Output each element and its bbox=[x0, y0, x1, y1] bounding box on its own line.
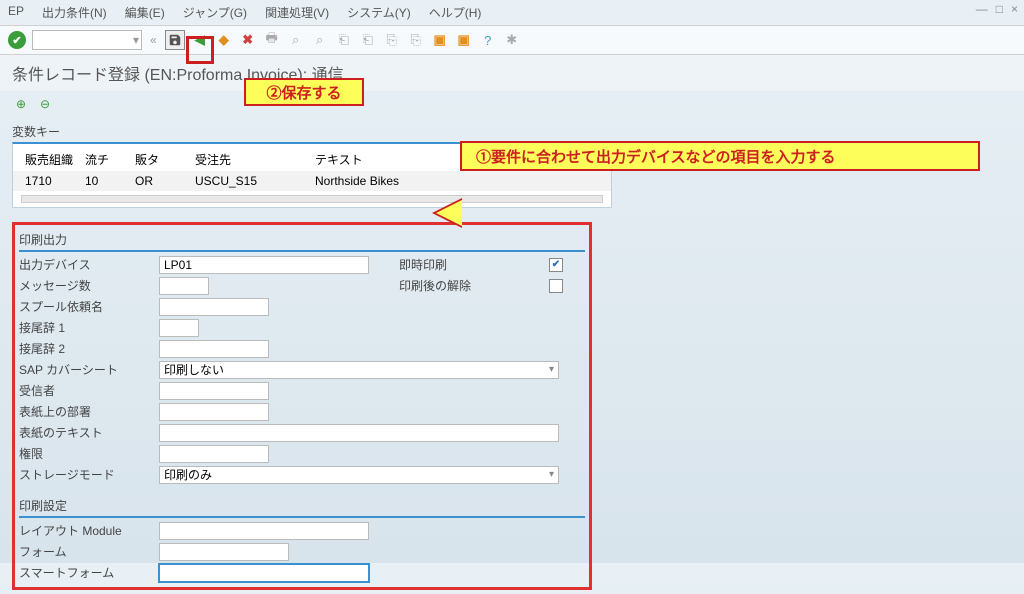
output-device-label: 出力デバイス bbox=[19, 256, 159, 273]
highlighted-input-area: 印刷出力 出力デバイス LP01 即時印刷 ✔ メッセージ数 印刷後の解除 スプ… bbox=[12, 222, 592, 590]
keyhdr-salesorg: 販売組織 bbox=[21, 148, 81, 171]
suffix1-label: 接尾辞 1 bbox=[19, 319, 159, 336]
release-after-print-checkbox[interactable] bbox=[549, 279, 563, 293]
spool-request-label: スプール依頼名 bbox=[19, 298, 159, 315]
keyhdr-soldto: 受注先 bbox=[191, 148, 311, 171]
expand-icon[interactable]: ⊕ bbox=[12, 95, 30, 113]
first-page-icon[interactable]: ⎗ bbox=[335, 31, 353, 49]
authorization-label: 権限 bbox=[19, 445, 159, 462]
recipient-label: 受信者 bbox=[19, 382, 159, 399]
menu-related[interactable]: 関連処理(V) bbox=[265, 4, 329, 21]
output-device-input[interactable]: LP01 bbox=[159, 256, 369, 274]
keyval-text: Northside Bikes bbox=[311, 171, 511, 191]
page-title: 条件レコード登録 (EN:Proforma Invoice): 通信 bbox=[0, 55, 1024, 91]
smartform-label: スマートフォーム bbox=[19, 564, 159, 581]
command-field[interactable]: ▾ bbox=[32, 30, 142, 50]
keyval-soldto: USCU_S15 bbox=[191, 171, 311, 191]
message-count-label: メッセージ数 bbox=[19, 277, 159, 294]
cover-text-input[interactable] bbox=[159, 424, 559, 442]
save-button[interactable] bbox=[165, 30, 185, 50]
layout-module-input[interactable] bbox=[159, 522, 369, 540]
maximize-icon[interactable]: □ bbox=[996, 2, 1003, 16]
annotation-1: ①要件に合わせて出力デバイスなどの項目を入力する bbox=[460, 141, 980, 171]
form-input[interactable] bbox=[159, 543, 289, 561]
form-label: フォーム bbox=[19, 543, 159, 560]
keyval-salesorg: 1710 bbox=[21, 171, 81, 191]
immediate-print-label: 即時印刷 bbox=[399, 256, 509, 273]
keyval-doctype: OR bbox=[131, 171, 191, 191]
shortcut-icon[interactable]: ▣ bbox=[455, 31, 473, 49]
menubar: EP 出力条件(N) 編集(E) ジャンプ(G) 関連処理(V) システム(Y)… bbox=[0, 0, 1024, 26]
storage-mode-label: ストレージモード bbox=[19, 466, 159, 483]
cover-sheet-label: SAP カバーシート bbox=[19, 361, 159, 378]
print-output-heading: 印刷出力 bbox=[19, 229, 585, 252]
smartform-input[interactable] bbox=[159, 564, 369, 582]
department-input[interactable] bbox=[159, 403, 269, 421]
storage-mode-select[interactable]: 印刷のみ▾ bbox=[159, 466, 559, 484]
department-label: 表紙上の部署 bbox=[19, 403, 159, 420]
menu-help[interactable]: ヘルプ(H) bbox=[429, 4, 482, 21]
recipient-input[interactable] bbox=[159, 382, 269, 400]
suffix2-input[interactable] bbox=[159, 340, 269, 358]
layout-module-label: レイアウト Module bbox=[19, 522, 159, 539]
keyval-distch: 10 bbox=[81, 171, 131, 191]
menu-ep[interactable]: EP bbox=[8, 4, 24, 21]
table-row: 1710 10 OR USCU_S15 Northside Bikes bbox=[13, 171, 611, 191]
cancel-icon[interactable]: ✖ bbox=[239, 31, 257, 49]
toolbar-chevron: « bbox=[150, 33, 157, 47]
annotation-2: ②保存する bbox=[244, 78, 364, 106]
keyhdr-distch: 流チ bbox=[81, 148, 131, 171]
menu-edit[interactable]: 編集(E) bbox=[125, 4, 165, 21]
ok-check-icon[interactable]: ✔ bbox=[8, 31, 26, 49]
exit-icon[interactable]: ◆ bbox=[215, 31, 233, 49]
find-icon[interactable]: ⌕ bbox=[287, 31, 305, 49]
close-icon[interactable]: × bbox=[1011, 2, 1018, 16]
menu-jump[interactable]: ジャンプ(G) bbox=[183, 4, 247, 21]
toolbar: ✔ ▾ « ◀ ◆ ✖ 🖶 ⌕ ⌕ ⎗ ⎗ ⎘ ⎘ ▣ ▣ ? ✱ bbox=[0, 26, 1024, 55]
immediate-print-checkbox[interactable]: ✔ bbox=[549, 258, 563, 272]
menu-output[interactable]: 出力条件(N) bbox=[42, 4, 107, 21]
collapse-icon[interactable]: ⊖ bbox=[36, 95, 54, 113]
message-count-input[interactable] bbox=[159, 277, 209, 295]
find-next-icon[interactable]: ⌕ bbox=[311, 31, 329, 49]
last-page-icon[interactable]: ⎘ bbox=[407, 31, 425, 49]
new-session-icon[interactable]: ▣ bbox=[431, 31, 449, 49]
minimize-icon[interactable]: — bbox=[976, 2, 988, 16]
keyhdr-doctype: 販タ bbox=[131, 148, 191, 171]
release-after-print-label: 印刷後の解除 bbox=[399, 277, 509, 294]
cover-sheet-select[interactable]: 印刷しない▾ bbox=[159, 361, 559, 379]
variable-keys-label: 変数キー bbox=[12, 121, 1012, 142]
spool-request-input[interactable] bbox=[159, 298, 269, 316]
prev-page-icon[interactable]: ⎗ bbox=[359, 31, 377, 49]
suffix2-label: 接尾辞 2 bbox=[19, 340, 159, 357]
customize-icon[interactable]: ✱ bbox=[503, 31, 521, 49]
print-settings-heading: 印刷設定 bbox=[19, 495, 585, 518]
help-icon[interactable]: ? bbox=[479, 31, 497, 49]
menu-system[interactable]: システム(Y) bbox=[347, 4, 411, 21]
cover-text-label: 表紙のテキスト bbox=[19, 424, 159, 441]
suffix1-input[interactable] bbox=[159, 319, 199, 337]
next-page-icon[interactable]: ⎘ bbox=[383, 31, 401, 49]
authorization-input[interactable] bbox=[159, 445, 269, 463]
print-icon[interactable]: 🖶 bbox=[263, 31, 281, 49]
horizontal-scrollbar[interactable] bbox=[21, 195, 603, 203]
